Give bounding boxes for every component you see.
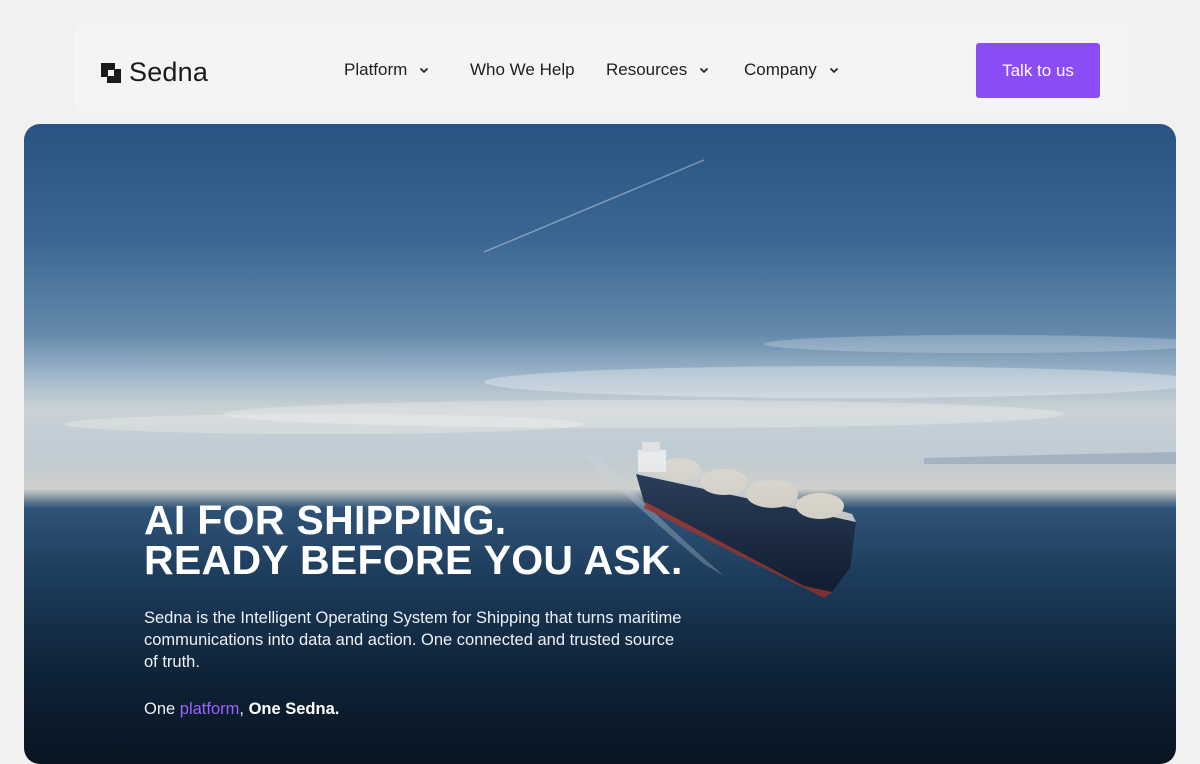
hero-section: AI FOR SHIPPING. READY BEFORE YOU ASK. S… — [24, 124, 1176, 764]
top-navigation-bar: Sedna Platform Who We Help Resources Com… — [74, 24, 1128, 112]
brand-name: Sedna — [129, 57, 209, 87]
hero-heading-line-2: READY BEFORE YOU ASK. — [144, 537, 683, 583]
tagline-suffix: One Sedna. — [243, 700, 340, 718]
nav-item-label: Platform — [344, 60, 408, 79]
hero-tagline: One platform, One Sedna. — [144, 700, 339, 719]
nav-item-company[interactable]: Company — [744, 60, 839, 80]
talk-to-us-button[interactable]: Talk to us — [976, 43, 1100, 98]
hero-description: Sedna is the Intelligent Operating Syste… — [144, 609, 682, 671]
sedna-logo-icon — [101, 62, 121, 83]
nav-item-who-we-help[interactable]: Who We Help — [470, 60, 575, 80]
nav-item-resources[interactable]: Resources — [606, 60, 709, 80]
tagline-prefix: One — [144, 700, 180, 718]
hero-heading-line-1: AI FOR SHIPPING. — [144, 497, 507, 543]
hero-heading: AI FOR SHIPPING. READY BEFORE YOU ASK. — [144, 497, 683, 583]
chevron-down-icon — [700, 67, 709, 73]
nav-item-label: Company — [744, 60, 817, 79]
brand-logo[interactable]: Sedna — [101, 59, 208, 86]
nav-item-platform[interactable]: Platform — [344, 60, 429, 80]
chevron-down-icon — [829, 67, 838, 73]
tagline-accent-word: platform — [179, 700, 240, 718]
nav-item-label: Who We Help — [470, 60, 575, 79]
nav-item-label: Resources — [606, 60, 688, 79]
chevron-down-icon — [420, 67, 429, 73]
